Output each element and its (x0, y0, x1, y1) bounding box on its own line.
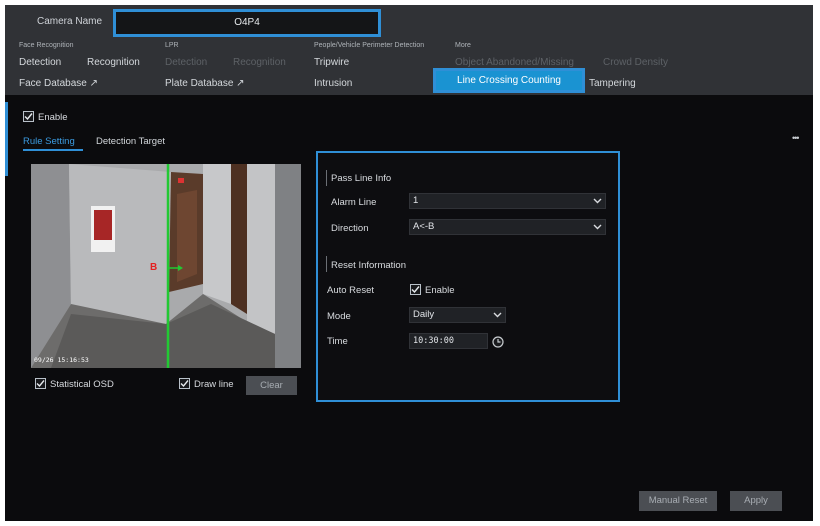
chevron-down-icon (593, 224, 602, 230)
apply-button[interactable]: Apply (730, 491, 782, 511)
menu-plate-database[interactable]: Plate Database ↗ (165, 78, 245, 89)
clear-button[interactable]: Clear (246, 376, 297, 395)
tab-rule-setting[interactable]: Rule Setting (23, 136, 75, 147)
menu-line-crossing-counting[interactable]: Line Crossing Counting (433, 68, 585, 93)
more-options-icon[interactable]: ••• (792, 133, 800, 143)
auto-reset-enable-label: Enable (425, 285, 455, 296)
menu-tampering[interactable]: Tampering (589, 78, 636, 89)
auto-reset-label: Auto Reset (327, 285, 374, 296)
time-input[interactable]: 10:30:00 (409, 333, 488, 349)
manual-reset-button[interactable]: Manual Reset (639, 491, 717, 511)
time-label: Time (327, 336, 348, 347)
preview-timestamp: 09/26 15:16:53 (34, 356, 89, 364)
menu-tripwire[interactable]: Tripwire (314, 57, 349, 68)
group-title-face: Face Recognition (19, 42, 74, 49)
alarm-line-label: Alarm Line (331, 197, 377, 208)
menu-lpr-recognition[interactable]: Recognition (233, 57, 286, 68)
menu-lpr-detection[interactable]: Detection (165, 57, 207, 68)
group-title-more: More (455, 42, 471, 49)
menu-face-recognition[interactable]: Recognition (87, 57, 140, 68)
menu-line-crossing-label: Line Crossing Counting (457, 75, 561, 86)
direction-select[interactable]: A<-B (409, 219, 606, 235)
draw-line-label: Draw line (194, 379, 234, 390)
camera-name-value: O4P4 (234, 17, 260, 28)
auto-reset-checkbox[interactable] (410, 284, 421, 295)
camera-preview[interactable]: B 09/26 15:16:53 (31, 164, 301, 368)
chevron-down-icon (493, 312, 502, 318)
clock-icon[interactable] (492, 335, 504, 353)
menu-crowd-density[interactable]: Crowd Density (603, 57, 668, 68)
enable-checkbox[interactable] (23, 111, 34, 122)
app-window: Camera Name O4P4 Face Recognition Detect… (5, 5, 813, 521)
camera-name-label: Camera Name (37, 16, 103, 27)
menu-object-abandoned[interactable]: Object Abandoned/Missing (455, 57, 574, 68)
reset-header: Reset Information (331, 260, 406, 271)
left-accent-bar (5, 102, 8, 176)
pass-line-header: Pass Line Info (331, 173, 392, 184)
reset-header-bar (326, 256, 327, 272)
group-title-perimeter: People/Vehicle Perimeter Detection (314, 42, 425, 49)
direction-value: A<-B (413, 221, 435, 232)
mode-select[interactable]: Daily (409, 307, 506, 323)
alarm-line-value: 1 (413, 195, 419, 206)
tab-active-underline (23, 149, 83, 151)
draw-line-checkbox[interactable] (179, 378, 190, 389)
settings-panel (316, 151, 620, 402)
tab-detection-target[interactable]: Detection Target (96, 136, 165, 147)
time-value: 10:30:00 (413, 336, 454, 346)
statistical-osd-checkbox[interactable] (35, 378, 46, 389)
direction-label: Direction (331, 223, 369, 234)
pass-line-header-bar (326, 170, 327, 186)
enable-label: Enable (38, 112, 68, 123)
menu-face-detection[interactable]: Detection (19, 57, 61, 68)
menu-face-database[interactable]: Face Database ↗ (19, 78, 98, 89)
statistical-osd-label: Statistical OSD (50, 379, 114, 390)
preview-scene (31, 164, 301, 368)
camera-name-select[interactable]: O4P4 (113, 9, 381, 37)
menu-intrusion[interactable]: Intrusion (314, 78, 352, 89)
line-direction-label: B (150, 262, 158, 273)
alarm-line-select[interactable]: 1 (409, 193, 606, 209)
mode-label: Mode (327, 311, 351, 322)
group-title-lpr: LPR (165, 42, 179, 49)
mode-value: Daily (413, 309, 435, 320)
chevron-down-icon (593, 198, 602, 204)
